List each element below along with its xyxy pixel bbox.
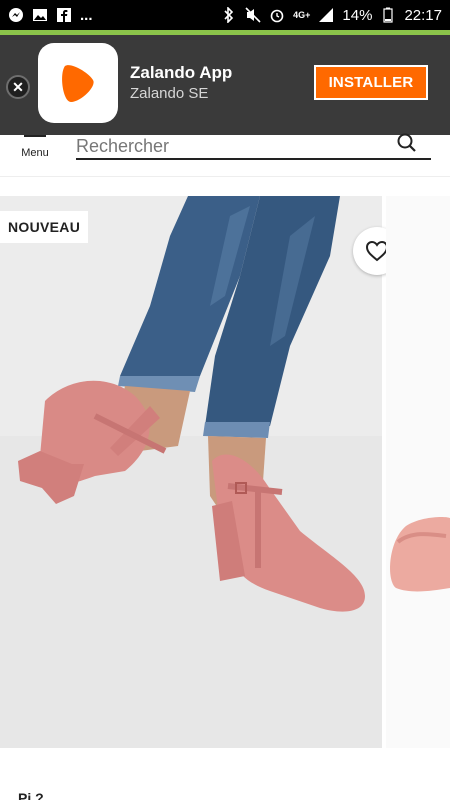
status-left: ... xyxy=(8,7,93,24)
mute-icon xyxy=(245,7,261,23)
search-placeholder: Rechercher xyxy=(76,136,170,156)
menu-label: Menu xyxy=(21,147,49,159)
next-product-preview[interactable] xyxy=(386,196,450,748)
close-banner-button[interactable]: ✕ xyxy=(6,75,30,99)
app-publisher: Zalando SE xyxy=(130,85,209,102)
close-icon: ✕ xyxy=(12,78,24,95)
menu-button[interactable]: Menu xyxy=(18,129,52,171)
clock: 22:17 xyxy=(404,6,442,24)
network-label: 4G+ xyxy=(293,10,311,20)
status-right: 4G+ 14% 22:17 xyxy=(221,7,442,24)
product-photo xyxy=(0,196,382,748)
zalando-logo xyxy=(38,43,118,123)
facebook-icon xyxy=(56,7,72,23)
hamburger-icon xyxy=(24,135,46,137)
product-info: Pi ? xyxy=(0,748,450,800)
messenger-icon xyxy=(8,7,24,23)
battery-icon xyxy=(380,7,396,23)
install-button[interactable]: INSTALLER xyxy=(314,65,428,100)
zalando-play-icon xyxy=(62,65,94,102)
search-input[interactable]: Rechercher xyxy=(76,133,431,160)
product-image[interactable]: NOUVEAU xyxy=(0,196,382,748)
new-badge: NOUVEAU xyxy=(0,211,89,243)
search-icon[interactable] xyxy=(397,133,417,153)
app-title: Zalando App xyxy=(130,63,233,82)
alarm-icon xyxy=(269,7,285,23)
signal-icon xyxy=(318,7,334,23)
image-icon xyxy=(32,7,48,23)
bluetooth-icon xyxy=(221,7,237,23)
product-brand: Pi ? xyxy=(18,790,44,800)
next-product-photo xyxy=(386,196,450,748)
battery-label: 14% xyxy=(342,6,373,24)
status-bar: ... 4G+ 14% 22:17 xyxy=(0,0,450,30)
more-icon: ... xyxy=(80,6,93,24)
app-install-banner: ✕ Zalando App Zalando SE INSTALLER xyxy=(0,35,450,135)
site-header: Menu Rechercher xyxy=(0,133,450,177)
